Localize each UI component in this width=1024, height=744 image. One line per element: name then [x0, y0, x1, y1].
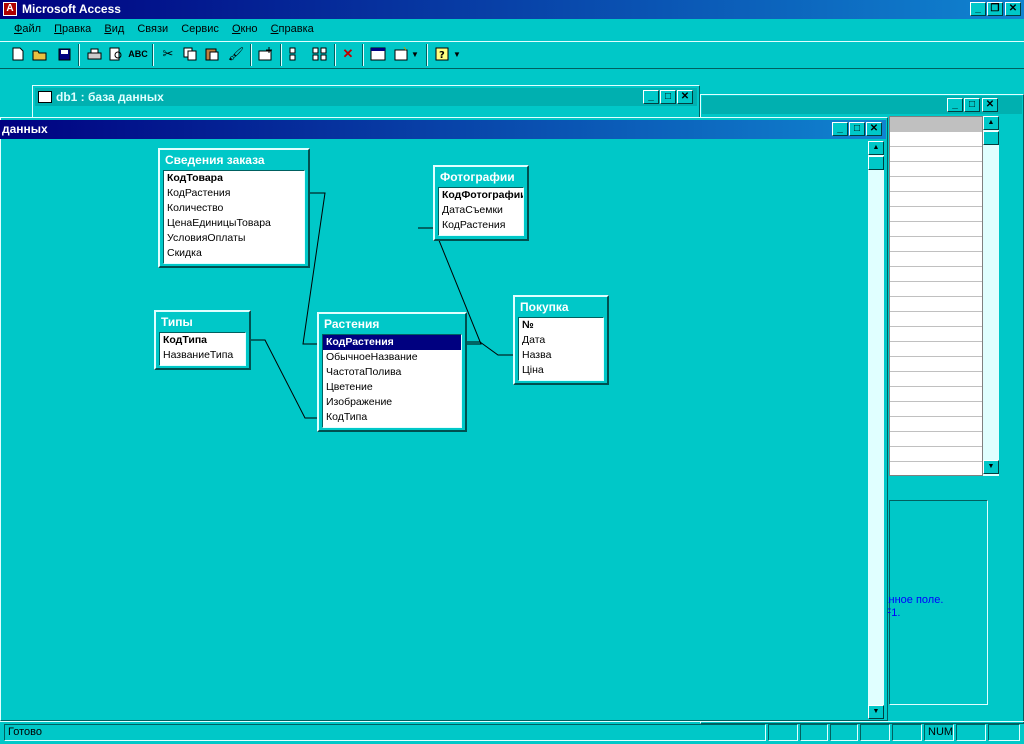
status-indicator — [892, 724, 922, 741]
table-order-details[interactable]: Сведения заказа КодТовара КодРастения Ко… — [158, 148, 310, 268]
table-purchase[interactable]: Покупка № Дата Назва Ціна — [513, 295, 609, 385]
table-title: Растения — [324, 317, 380, 331]
status-indicator — [800, 724, 828, 741]
status-indicator — [830, 724, 858, 741]
table-title: Покупка — [520, 300, 569, 314]
field-item[interactable]: ЧастотаПолива — [323, 365, 461, 380]
field-item[interactable]: Ціна — [519, 363, 603, 378]
field-item[interactable]: КодТовара — [164, 171, 304, 186]
status-indicator — [768, 724, 798, 741]
field-item[interactable]: Назва — [519, 348, 603, 363]
field-item[interactable]: КодТипа — [323, 410, 461, 425]
status-text: Готово — [4, 724, 766, 741]
table-title: Сведения заказа — [165, 153, 265, 167]
table-title: Фотографии — [440, 170, 515, 184]
field-item[interactable]: НазваниеТипа — [160, 348, 245, 363]
field-item[interactable]: ДатаСъемки — [439, 203, 523, 218]
table-title: Типы — [161, 315, 193, 329]
field-item-selected[interactable]: КодРастения — [323, 335, 461, 350]
field-item[interactable]: Цветение — [323, 380, 461, 395]
field-list[interactable]: КодРастения ОбычноеНазвание ЧастотаПолив… — [322, 334, 462, 428]
relationship-line — [249, 339, 319, 419]
field-item[interactable]: КодРастения — [439, 218, 523, 233]
field-item[interactable]: Количество — [164, 201, 304, 216]
field-item[interactable]: ЦенаЕдиницыТовара — [164, 216, 304, 231]
status-indicator — [860, 724, 890, 741]
field-list[interactable]: КодТовара КодРастения Количество ЦенаЕди… — [163, 170, 305, 264]
field-item[interactable]: Изображение — [323, 395, 461, 410]
field-list[interactable]: КодФотографии ДатаСъемки КодРастения — [438, 187, 524, 236]
status-indicator — [956, 724, 986, 741]
field-item[interactable]: УсловияОплаты — [164, 231, 304, 246]
field-list[interactable]: КодТипа НазваниеТипа — [159, 332, 246, 366]
field-item[interactable]: КодРастения — [164, 186, 304, 201]
table-plants[interactable]: Растения КодРастения ОбычноеНазвание Час… — [317, 312, 467, 432]
field-item[interactable]: КодТипа — [160, 333, 245, 348]
field-item[interactable]: ОбычноеНазвание — [323, 350, 461, 365]
table-photos[interactable]: Фотографии КодФотографии ДатаСъемки КодР… — [433, 165, 529, 241]
status-indicator — [988, 724, 1020, 741]
field-item[interactable]: № — [519, 318, 603, 333]
num-lock-indicator: NUM — [924, 724, 954, 741]
field-item[interactable]: Дата — [519, 333, 603, 348]
table-types[interactable]: Типы КодТипа НазваниеТипа — [154, 310, 251, 370]
field-item[interactable]: Скидка — [164, 246, 304, 261]
relationship-lines — [249, 192, 516, 419]
field-list[interactable]: № Дата Назва Ціна — [518, 317, 604, 381]
field-item[interactable]: КодФотографии — [439, 188, 523, 203]
